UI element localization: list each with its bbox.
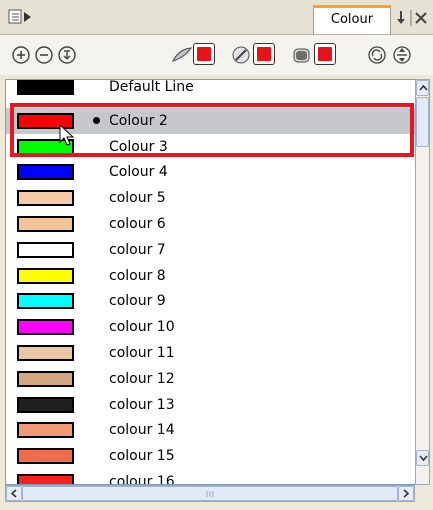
colour-name: Default Line xyxy=(109,79,194,95)
vertical-scroll-thumb[interactable] xyxy=(416,97,429,147)
horizontal-scroll-thumb[interactable] xyxy=(22,486,398,501)
colour-name: colour 10 xyxy=(109,319,175,336)
colour-list-item[interactable]: colour 7 xyxy=(6,237,415,263)
fill-colour-icon[interactable] xyxy=(230,45,250,65)
colour-swatch[interactable] xyxy=(17,370,74,387)
colour-swatch[interactable] xyxy=(17,80,74,95)
colour-name: Colour 2 xyxy=(109,112,168,129)
colour-toolbar xyxy=(0,35,433,75)
colour-name: Colour 3 xyxy=(109,138,168,155)
colour-list-item[interactable]: colour 16 xyxy=(6,469,415,485)
scroll-down-button[interactable] xyxy=(416,450,429,466)
colour-name: colour 9 xyxy=(109,293,166,310)
colour-name: colour 13 xyxy=(109,396,175,413)
colour-list-item[interactable]: Colour 4 xyxy=(6,159,415,185)
scroll-right-button[interactable] xyxy=(398,486,414,501)
colour-name: colour 14 xyxy=(109,422,175,439)
close-icon[interactable] xyxy=(415,12,427,24)
colour-list-item[interactable]: Colour 2 xyxy=(6,107,415,134)
colour-swatch[interactable] xyxy=(17,216,74,232)
colour-name: colour 15 xyxy=(109,448,175,465)
colour-swatch[interactable] xyxy=(17,241,74,258)
colour-list-item[interactable]: colour 5 xyxy=(6,185,415,211)
colour-name: colour 16 xyxy=(109,474,175,485)
colour-name: colour 12 xyxy=(109,370,175,387)
colour-swatch[interactable] xyxy=(17,319,74,336)
tint-offset-icon[interactable] xyxy=(392,45,412,65)
paint-colour-icon[interactable] xyxy=(291,45,311,65)
line-colour-icon[interactable] xyxy=(171,45,192,65)
colour-swatch[interactable] xyxy=(17,112,74,129)
colour-chip xyxy=(197,47,211,61)
colour-list-item[interactable]: colour 13 xyxy=(6,392,415,418)
colour-list-item[interactable]: Colour 3 xyxy=(6,134,415,160)
colour-name: Colour 4 xyxy=(109,164,168,181)
colour-chip xyxy=(318,47,332,61)
colour-swatch[interactable] xyxy=(17,422,74,439)
current-colour-dot xyxy=(93,116,100,124)
colour-list-item[interactable]: colour 8 xyxy=(6,263,415,289)
colour-name: colour 5 xyxy=(109,190,166,207)
remove-icon[interactable] xyxy=(34,45,54,65)
pin-icon[interactable] xyxy=(397,11,405,24)
colour-list[interactable]: Default Line Colour 2 Colour 3 Colour 4 colo… xyxy=(5,79,415,485)
colour-swatch[interactable] xyxy=(17,474,74,484)
colour-name: colour 8 xyxy=(109,267,166,284)
colour-list-item[interactable]: colour 11 xyxy=(6,340,415,366)
sync-icon[interactable] xyxy=(367,45,387,65)
colour-swatch[interactable] xyxy=(17,190,74,207)
tab-label: Colour xyxy=(330,12,374,27)
panel-menu-icon[interactable] xyxy=(8,8,34,26)
colour-swatch[interactable] xyxy=(17,138,74,155)
line-colour-swatch[interactable] xyxy=(193,43,215,65)
colour-name: colour 7 xyxy=(109,241,166,258)
colour-list-item[interactable]: Default Line xyxy=(6,79,415,100)
colour-list-item[interactable]: colour 6 xyxy=(6,211,415,237)
colour-swatch[interactable] xyxy=(17,345,74,361)
colour-swatch[interactable] xyxy=(17,267,74,284)
colour-name: colour 6 xyxy=(109,216,166,232)
tab-tools xyxy=(395,8,431,28)
colour-list-item[interactable]: colour 10 xyxy=(6,314,415,340)
add-icon[interactable] xyxy=(11,45,31,65)
scroll-left-button[interactable] xyxy=(6,486,22,501)
import-icon[interactable] xyxy=(57,45,77,65)
colour-list-item[interactable]: colour 15 xyxy=(6,443,415,469)
colour-name: colour 11 xyxy=(109,345,175,361)
colour-swatch[interactable] xyxy=(17,164,74,181)
colour-list-item[interactable]: colour 9 xyxy=(6,288,415,314)
colour-chip xyxy=(257,47,271,61)
tab-colour[interactable]: Colour xyxy=(313,5,391,34)
scroll-up-button[interactable] xyxy=(416,80,429,96)
paint-colour-swatch[interactable] xyxy=(314,43,336,65)
colour-swatch[interactable] xyxy=(17,396,74,413)
colour-list-item[interactable]: colour 12 xyxy=(6,366,415,392)
colour-swatch[interactable] xyxy=(17,448,74,465)
colour-list-item[interactable]: colour 14 xyxy=(6,417,415,443)
fill-colour-swatch[interactable] xyxy=(253,43,275,65)
colour-swatch[interactable] xyxy=(17,293,74,310)
scroll-corner xyxy=(415,485,430,502)
